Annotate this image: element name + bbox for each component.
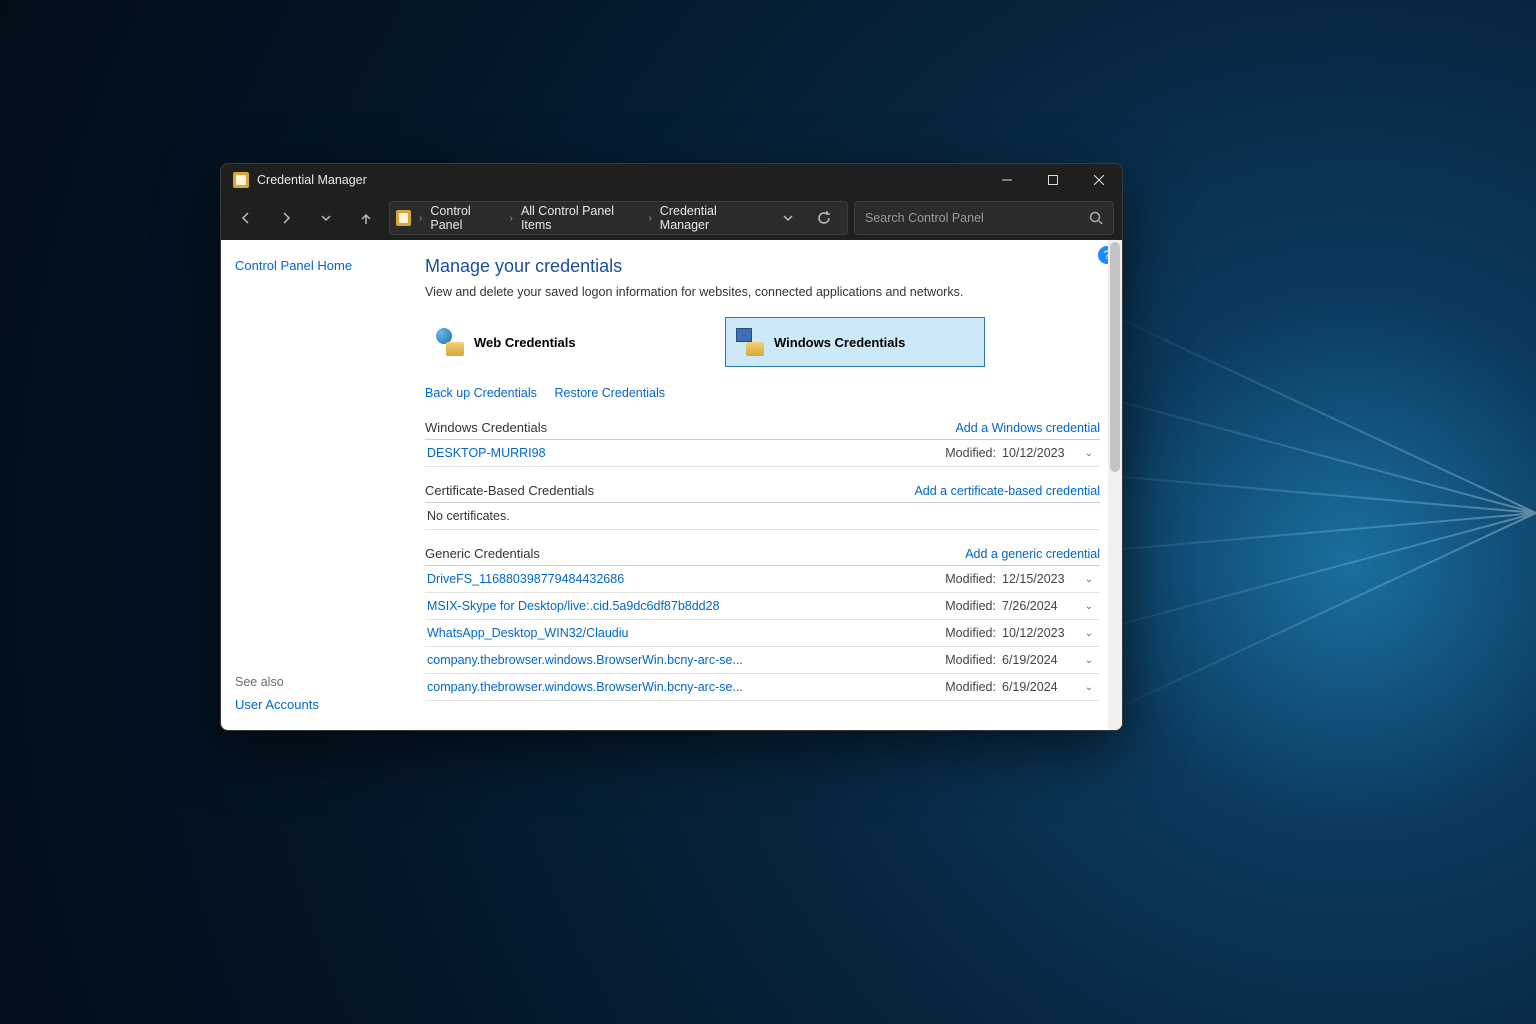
modified-label: Modified: [945,446,996,460]
main-panel: ? Manage your credentials View and delet… [407,240,1122,730]
chevron-down-icon[interactable]: ⌄ [1080,601,1098,612]
credential-name: company.thebrowser.windows.BrowserWin.bc… [427,653,945,667]
add-credential-link[interactable]: Add a Windows credential [955,421,1100,435]
credential-row[interactable]: DriveFS_116880398779484432686Modified: 12… [425,566,1100,593]
backup-credentials-link[interactable]: Back up Credentials [425,386,537,400]
titlebar[interactable]: Credential Manager [221,164,1122,196]
minimize-button[interactable] [984,164,1030,196]
windows-safe-icon [736,328,764,356]
chevron-down-icon[interactable]: ⌄ [1080,574,1098,585]
add-credential-link[interactable]: Add a certificate-based credential [914,484,1100,498]
modified-date: 12/15/2023 [1002,572,1074,586]
page-heading: Manage your credentials [425,256,1100,277]
modified-date: 6/19/2024 [1002,653,1074,667]
page-description: View and delete your saved logon informa… [425,285,1100,299]
tab-windows-credentials[interactable]: Windows Credentials [725,317,985,367]
credential-row[interactable]: MSIX-Skype for Desktop/live:.cid.5a9dc6d… [425,593,1100,620]
credential-section: Certificate-Based Credentials Add a certi… [425,477,1100,530]
chevron-down-icon[interactable]: ⌄ [1080,448,1098,459]
history-dropdown-button[interactable] [309,201,343,235]
tab-label: Web Credentials [474,335,576,350]
app-icon [233,172,249,188]
modified-date: 10/12/2023 [1002,626,1074,640]
section-title: Generic Credentials [425,546,540,561]
modified-date: 6/19/2024 [1002,680,1074,694]
search-icon [1089,211,1103,225]
user-accounts-link[interactable]: User Accounts [235,697,319,712]
credential-name: DESKTOP-MURRI98 [427,446,945,460]
content-area: Control Panel Home See also User Account… [221,240,1122,730]
tab-web-credentials[interactable]: Web Credentials [425,317,685,367]
maximize-button[interactable] [1030,164,1076,196]
credential-name: company.thebrowser.windows.BrowserWin.bc… [427,680,945,694]
forward-button[interactable] [269,201,303,235]
toolbar: › Control Panel › All Control Panel Item… [221,196,1122,240]
credential-row[interactable]: WhatsApp_Desktop_WIN32/ClaudiuModified: 1… [425,620,1100,647]
modified-label: Modified: [945,653,996,667]
refresh-button[interactable] [807,201,841,235]
chevron-down-icon[interactable]: ⌄ [1080,655,1098,666]
location-icon [396,210,411,226]
search-box[interactable] [854,201,1114,235]
address-bar[interactable]: › Control Panel › All Control Panel Item… [389,201,848,235]
back-button[interactable] [229,201,263,235]
modified-label: Modified: [945,572,996,586]
modified-label: Modified: [945,680,996,694]
scrollbar[interactable] [1108,240,1122,730]
chevron-right-icon: › [419,213,422,224]
window-title: Credential Manager [257,173,367,187]
modified-label: Modified: [945,599,996,613]
credential-row[interactable]: DESKTOP-MURRI98Modified: 10/12/2023 ⌄ [425,440,1100,467]
modified-date: 10/12/2023 [1002,446,1074,460]
section-title: Windows Credentials [425,420,547,435]
tab-label: Windows Credentials [774,335,905,350]
chevron-right-icon: › [510,213,513,224]
credential-section: Windows Credentials Add a Windows credent… [425,414,1100,467]
section-title: Certificate-Based Credentials [425,483,594,498]
up-button[interactable] [349,201,383,235]
empty-text: No certificates. [427,509,1098,523]
breadcrumb-dropdown-button[interactable] [771,201,805,235]
breadcrumb-item[interactable]: Control Panel [426,202,505,234]
control-panel-home-link[interactable]: Control Panel Home [235,258,393,273]
sidebar: Control Panel Home See also User Account… [221,240,407,730]
modified-label: Modified: [945,626,996,640]
add-credential-link[interactable]: Add a generic credential [965,547,1100,561]
credential-name: MSIX-Skype for Desktop/live:.cid.5a9dc6d… [427,599,945,613]
credential-section: Generic Credentials Add a generic credent… [425,540,1100,701]
breadcrumb-item[interactable]: Credential Manager [656,202,767,234]
credential-row[interactable]: company.thebrowser.windows.BrowserWin.bc… [425,647,1100,674]
scrollbar-thumb[interactable] [1110,242,1120,472]
credential-name: DriveFS_116880398779484432686 [427,572,945,586]
credential-name: WhatsApp_Desktop_WIN32/Claudiu [427,626,945,640]
close-button[interactable] [1076,164,1122,196]
chevron-down-icon[interactable]: ⌄ [1080,628,1098,639]
see-also-label: See also [235,675,393,689]
restore-credentials-link[interactable]: Restore Credentials [555,386,665,400]
credential-row[interactable]: company.thebrowser.windows.BrowserWin.bc… [425,674,1100,701]
chevron-down-icon[interactable]: ⌄ [1080,682,1098,693]
search-input[interactable] [865,211,1089,225]
breadcrumb-item[interactable]: All Control Panel Items [517,202,645,234]
modified-date: 7/26/2024 [1002,599,1074,613]
credential-manager-window: Credential Manager › Control Panel › All… [220,163,1123,731]
chevron-right-icon: › [648,213,651,224]
globe-safe-icon [436,328,464,356]
